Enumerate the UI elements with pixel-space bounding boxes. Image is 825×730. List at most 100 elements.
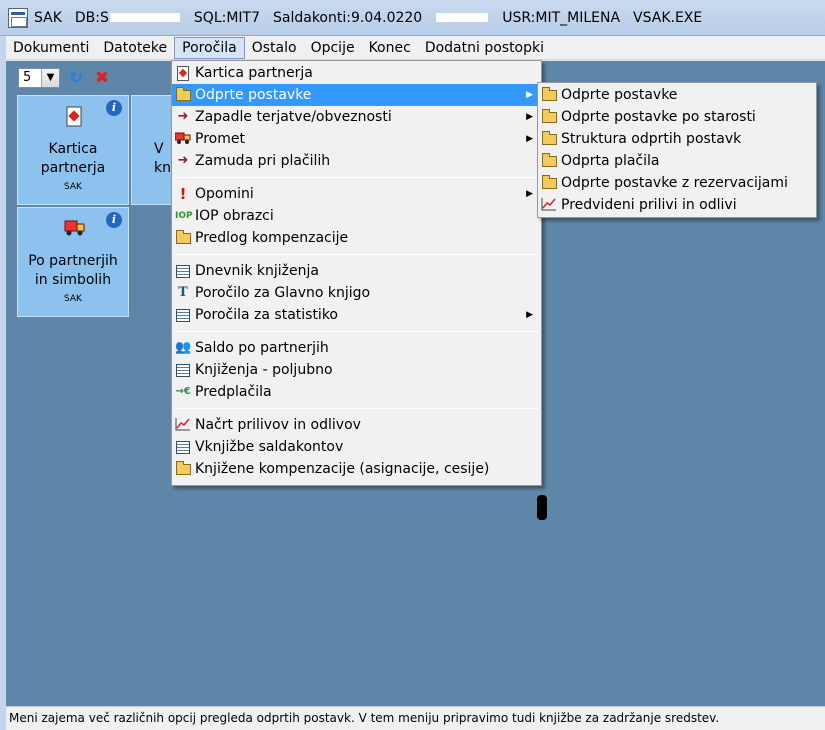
folder-open-icon xyxy=(175,461,191,477)
menu-item-label: Opomini xyxy=(195,186,254,202)
menu-item-label: Struktura odprtih postavk xyxy=(561,131,742,147)
menu-item-label: Promet xyxy=(195,131,245,147)
menu-item-porocilo-glavno-knjigo[interactable]: T Poročilo za Glavno knjigo xyxy=(172,282,541,304)
menu-item-knjizene-kompenzacije[interactable]: Knjižene kompenzacije (asignacije, cesij… xyxy=(172,458,541,480)
list-icon xyxy=(175,263,191,279)
menu-separator xyxy=(174,408,539,409)
menu-item-label: Knjiženja - poljubno xyxy=(195,362,333,378)
partners-icon: 👥 xyxy=(175,340,192,355)
info-icon[interactable]: i xyxy=(106,100,122,116)
tile-label: Po partnerjih in simbolih xyxy=(28,253,118,288)
menu-item-label: Poročilo za Glavno knjigo xyxy=(195,285,371,301)
exe-name: VSAK.EXE xyxy=(633,9,703,26)
background-artifact xyxy=(537,495,547,520)
line-chart-icon xyxy=(175,417,191,433)
menu-item-porocila-statistiko[interactable]: Poročila za statistiko ▶ xyxy=(172,304,541,326)
menu-item-iop-obrazci[interactable]: IOP IOP obrazci xyxy=(172,205,541,227)
menu-item-odprte-postavke[interactable]: Odprte postavke ▶ xyxy=(172,84,541,106)
folder-open-icon xyxy=(175,87,191,103)
list-icon xyxy=(175,439,191,455)
menu-item-knjizenja-poljubno[interactable]: Knjiženja - poljubno xyxy=(172,359,541,381)
menu-ostalo[interactable]: Ostalo xyxy=(245,37,304,59)
prepayment-icon: →€ xyxy=(175,386,191,397)
db-info: DB:S xyxy=(75,10,181,26)
db-suffix: S xyxy=(100,9,109,26)
menu-datoteke[interactable]: Datoteke xyxy=(96,37,174,59)
submenu-arrow-icon: ▶ xyxy=(526,90,533,100)
redacted-block xyxy=(436,13,489,22)
folder-open-icon xyxy=(541,131,557,147)
submenu-item-odprta-placila[interactable]: Odprta plačila xyxy=(538,150,816,172)
exclamation-icon: ! xyxy=(179,185,187,203)
submenu-item-odprte-postavke[interactable]: Odprte postavke xyxy=(538,84,816,106)
menu-konec[interactable]: Konec xyxy=(362,37,418,59)
menu-item-label: Odprte postavke z rezervacijami xyxy=(561,175,788,191)
card-icon xyxy=(175,65,191,81)
menu-dokumenti[interactable]: Dokumenti xyxy=(6,37,96,59)
submenu-item-struktura[interactable]: Struktura odprtih postavk xyxy=(538,128,816,150)
menu-item-saldo-po-partnerjih[interactable]: 👥 Saldo po partnerjih xyxy=(172,337,541,359)
tile-partial[interactable]: Vkn xyxy=(131,95,171,205)
sql-info: SQL:MIT7 xyxy=(193,9,260,26)
line-chart-icon xyxy=(541,197,557,213)
menu-item-label: Zamuda pri plačilih xyxy=(195,153,331,169)
menu-porocila[interactable]: Poročila xyxy=(174,36,245,59)
tile-kartica-partnerja[interactable]: i Kartica partnerja SAK xyxy=(17,95,129,205)
submenu-item-po-starosti[interactable]: Odprte postavke po starosti xyxy=(538,106,816,128)
submenu-item-predvideni-prilivi[interactable]: Predvideni prilivi in odlivi xyxy=(538,194,816,216)
tile-po-partnerjih[interactable]: i Po partnerjih in simbolih SAK xyxy=(17,207,129,317)
card-icon xyxy=(64,106,84,127)
tile-label: Kartica partnerja xyxy=(40,141,106,176)
delete-x-icon[interactable]: ✖ xyxy=(92,68,112,88)
menu-item-predplacila[interactable]: →€ Predplačila xyxy=(172,381,541,403)
menu-item-zapadle-terjatve[interactable]: ➜ Zapadle terjatve/obveznosti ▶ xyxy=(172,106,541,128)
porocila-menu: Kartica partnerja Odprte postavke ▶ ➜ Za… xyxy=(171,60,542,486)
menu-item-label: Zapadle terjatve/obveznosti xyxy=(195,109,392,125)
menu-item-label: Odprte postavke xyxy=(195,87,312,103)
truck-icon xyxy=(64,218,85,238)
menu-item-promet[interactable]: Promet ▶ xyxy=(172,128,541,150)
tile-sub: SAK xyxy=(64,182,82,192)
odprte-postavke-submenu: Odprte postavke Odprte postavke po staro… xyxy=(537,82,817,218)
menu-separator xyxy=(174,254,539,255)
menu-item-opomini[interactable]: ! Opomini ▶ xyxy=(172,183,541,205)
menu-item-label: Predlog kompenzacije xyxy=(195,230,349,246)
folder-open-icon xyxy=(175,230,191,246)
title-bar: SAK DB:S SQL:MIT7 Saldakonti:9.04.0220 U… xyxy=(0,0,825,36)
menu-item-nacrt-prilivov[interactable]: Načrt prilivov in odlivov xyxy=(172,414,541,436)
combo-value: 5 xyxy=(23,70,32,85)
chevron-down-icon[interactable]: ▼ xyxy=(41,69,59,87)
tile-partial-label-a: V xyxy=(154,141,164,157)
count-combo[interactable]: 5 ▼ xyxy=(18,68,60,88)
refresh-icon[interactable]: ↻ xyxy=(66,68,86,88)
folder-open-icon xyxy=(541,175,557,191)
arrow-right-icon: ➜ xyxy=(177,153,189,168)
menu-item-label: Knjižene kompenzacije (asignacije, cesij… xyxy=(195,461,490,477)
menu-item-label: Načrt prilivov in odlivov xyxy=(195,417,361,433)
menu-opcije[interactable]: Opcije xyxy=(304,37,362,59)
menu-item-predlog-kompenzacije[interactable]: Predlog kompenzacije xyxy=(172,227,541,249)
menu-dodatni-postopki[interactable]: Dodatni postopki xyxy=(418,37,551,59)
list-icon xyxy=(175,307,191,323)
menu-item-dnevnik-knjizenja[interactable]: Dnevnik knjiženja xyxy=(172,260,541,282)
menu-bar: Dokumenti Datoteke Poročila Ostalo Opcij… xyxy=(6,36,825,60)
menu-item-zamuda[interactable]: ➜ Zamuda pri plačilih xyxy=(172,150,541,172)
menu-item-kartica-partnerja[interactable]: Kartica partnerja xyxy=(172,62,541,84)
submenu-item-z-rezervacijami[interactable]: Odprte postavke z rezervacijami xyxy=(538,172,816,194)
menu-item-label: Saldo po partnerjih xyxy=(195,340,329,356)
redacted-db xyxy=(109,13,180,22)
menu-item-label: Poročila za statistiko xyxy=(195,307,338,323)
menu-item-label: Odprte postavke xyxy=(561,87,678,103)
truck-icon xyxy=(174,131,191,147)
db-prefix: DB: xyxy=(74,9,101,26)
folder-open-icon xyxy=(541,87,557,103)
status-bar: Meni zajema več različnih opcij pregleda… xyxy=(6,706,825,730)
list-icon xyxy=(175,362,191,378)
menu-item-vknjizbe-saldakontov[interactable]: Vknjižbe saldakontov xyxy=(172,436,541,458)
menu-item-label: Predvideni prilivi in odlivi xyxy=(561,197,737,213)
info-icon[interactable]: i xyxy=(106,212,122,228)
app-title: SAK xyxy=(34,9,62,26)
menu-item-label: Kartica partnerja xyxy=(195,65,313,81)
saldakonti-version: Saldakonti:9.04.0220 xyxy=(273,9,423,26)
submenu-arrow-icon: ▶ xyxy=(526,189,533,199)
